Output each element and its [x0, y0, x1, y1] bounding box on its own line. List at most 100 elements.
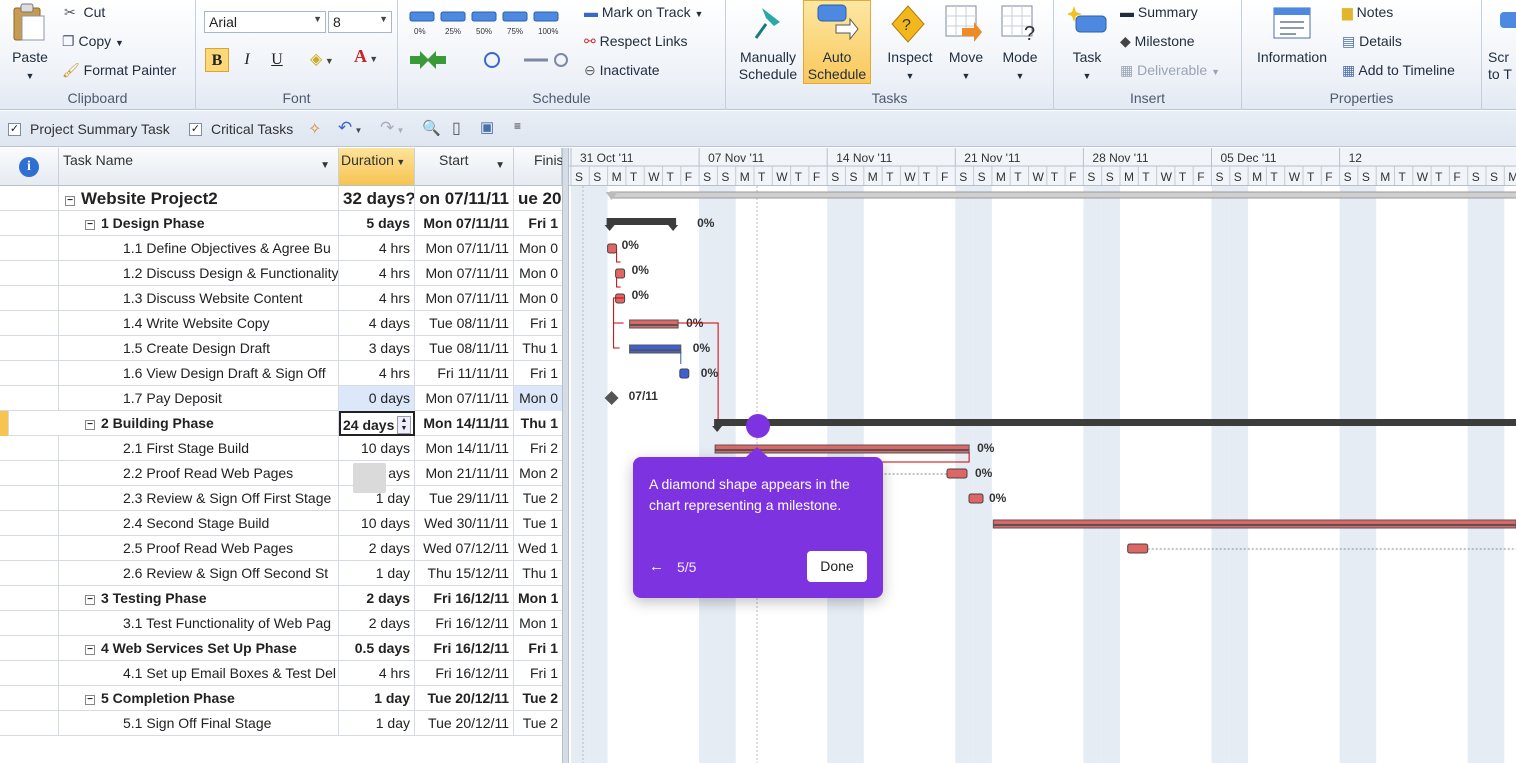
start-cell[interactable]: Mon 14/11/11: [415, 411, 514, 436]
inactivate-button[interactable]: ⊖ Inactivate: [584, 62, 660, 79]
start-cell[interactable]: on 07/11/11: [415, 186, 514, 211]
new-file-icon[interactable]: ▯: [452, 118, 461, 138]
project-summary-bar[interactable]: [610, 191, 1516, 199]
table-row[interactable]: 2.1 First Stage Build 10 days Mon 14/11/11…: [0, 436, 562, 461]
view-divider[interactable]: [562, 148, 569, 763]
finish-cell[interactable]: Mon 2: [514, 461, 562, 486]
row-indicator-cell[interactable]: [0, 186, 59, 211]
finish-cell[interactable]: Mon 1: [514, 586, 562, 611]
start-cell[interactable]: Mon 07/11/11: [415, 386, 514, 411]
table-row[interactable]: −4 Web Services Set Up Phase 0.5 days Fri …: [0, 636, 562, 661]
finish-cell[interactable]: Thu 1: [514, 561, 562, 586]
task-name-cell[interactable]: −4 Web Services Set Up Phase: [59, 636, 339, 661]
finish-cell[interactable]: Fri 2: [514, 436, 562, 461]
duration-cell[interactable]: 2 days: [339, 586, 415, 611]
task-name-cell[interactable]: −1 Design Phase: [59, 211, 339, 236]
table-row[interactable]: 5.1 Sign Off Final Stage 1 day Tue 20/12/1…: [0, 711, 562, 736]
task-2-5-bar[interactable]: [1127, 543, 1149, 554]
finish-cell[interactable]: Mon 0: [514, 236, 562, 261]
duration-cell[interactable]: 4 hrs: [339, 661, 415, 686]
finish-cell[interactable]: Mon 0: [514, 386, 562, 411]
project-summary-checkbox[interactable]: ✓: [8, 123, 21, 136]
table-row[interactable]: 1.5 Create Design Draft 3 days Tue 08/11/1…: [0, 336, 562, 361]
task-name-cell[interactable]: 2.1 First Stage Build: [59, 436, 339, 461]
task-name-cell[interactable]: 2.3 Review & Sign Off First Stage: [59, 486, 339, 511]
customize-toolbar-icon[interactable]: ≡: [514, 119, 521, 133]
table-row[interactable]: 2.2 Proof Read Web Pages ays Mon 21/11/11 M…: [0, 461, 562, 486]
duration-cell[interactable]: 1 day: [339, 711, 415, 736]
finish-cell[interactable]: Fri 1: [514, 661, 562, 686]
task-name-cell[interactable]: − Website Project2: [59, 186, 339, 211]
start-column-header[interactable]: Start ▼: [415, 148, 514, 186]
mode-button[interactable]: Mode ▼: [992, 49, 1048, 85]
duration-cell[interactable]: 1 day: [339, 686, 415, 711]
finish-cell[interactable]: Tue 2: [514, 486, 562, 511]
finish-cell[interactable]: Fri 1: [514, 311, 562, 336]
font-family-select[interactable]: Arial ▼: [204, 11, 326, 33]
table-row[interactable]: 2.4 Second Stage Build 10 days Wed 30/11/1…: [0, 511, 562, 536]
finish-cell[interactable]: Wed 1: [514, 536, 562, 561]
finish-cell[interactable]: Fri 1: [514, 211, 562, 236]
task-name-cell[interactable]: 3.1 Test Functionality of Web Pag: [59, 611, 339, 636]
info-column-header[interactable]: i: [0, 148, 59, 186]
task-name-cell[interactable]: −3 Testing Phase: [59, 586, 339, 611]
task-name-cell[interactable]: 2.2 Proof Read Web Pages: [59, 461, 339, 486]
collapse-toggle-icon[interactable]: −: [85, 645, 95, 655]
table-row[interactable]: 1.3 Discuss Website Content 4 hrs Mon 07/1…: [0, 286, 562, 311]
row-indicator-cell[interactable]: [0, 386, 59, 411]
row-indicator-cell[interactable]: [0, 511, 59, 536]
format-painter-button[interactable]: 🖌 Format Painter: [62, 62, 176, 79]
building-phase-summary-bar[interactable]: [714, 419, 1516, 426]
start-cell[interactable]: Mon 07/11/11: [415, 261, 514, 286]
done-button[interactable]: Done: [807, 551, 867, 582]
start-cell[interactable]: Wed 07/12/11: [415, 536, 514, 561]
start-cell[interactable]: Tue 08/11/11: [415, 311, 514, 336]
finish-cell[interactable]: Mon 0: [514, 261, 562, 286]
bold-button[interactable]: B: [205, 48, 229, 72]
task-1-6-bar[interactable]: [679, 368, 690, 379]
highlight-color-icon[interactable]: ◈ ▼: [310, 49, 334, 69]
collapse-toggle-icon[interactable]: −: [85, 220, 95, 230]
finish-cell[interactable]: Thu 1: [514, 336, 562, 361]
start-cell[interactable]: Tue 20/12/11: [415, 711, 514, 736]
collapse-toggle-icon[interactable]: −: [65, 196, 75, 206]
row-indicator-cell[interactable]: [0, 661, 59, 686]
duration-cell[interactable]: 4 hrs: [339, 286, 415, 311]
finish-cell[interactable]: Fri 1: [514, 636, 562, 661]
row-indicator-cell[interactable]: [0, 286, 59, 311]
row-indicator-cell[interactable]: [0, 536, 59, 561]
manually-schedule-button[interactable]: Manually Schedule: [734, 49, 802, 83]
tour-beacon[interactable]: [746, 414, 770, 438]
start-cell[interactable]: Fri 16/12/11: [415, 661, 514, 686]
table-row[interactable]: −2 Building Phase 24 days ▲ ▼ Mon 14/11/11 Th…: [0, 411, 562, 436]
table-row[interactable]: −3 Testing Phase 2 days Fri 16/12/11 Mon 1: [0, 586, 562, 611]
start-cell[interactable]: Fri 11/11/11: [415, 361, 514, 386]
paste-button[interactable]: Paste ▼: [6, 49, 54, 85]
row-indicator-cell[interactable]: [0, 561, 59, 586]
task-name-cell[interactable]: 1.5 Create Design Draft: [59, 336, 339, 361]
respect-links-button[interactable]: ⚯ Respect Links: [584, 33, 688, 50]
mark-on-track-button[interactable]: ▬ Mark on Track ▼: [584, 4, 703, 20]
row-indicator-cell[interactable]: [0, 311, 59, 336]
scroll-to-task-button[interactable]: Scr to T: [1488, 49, 1516, 83]
percent-50-button[interactable]: 50%: [471, 11, 497, 36]
task-name-cell[interactable]: 2.6 Review & Sign Off Second St: [59, 561, 339, 586]
move-button[interactable]: Move ▼: [938, 49, 994, 85]
tiny-task-bar[interactable]: [607, 243, 618, 254]
table-row[interactable]: 2.5 Proof Read Web Pages 2 days Wed 07/12/…: [0, 536, 562, 561]
start-cell[interactable]: Tue 29/11/11: [415, 486, 514, 511]
duration-cell[interactable]: 10 days: [339, 511, 415, 536]
table-row[interactable]: 1.1 Define Objectives & Agree Bu 4 hrs Mon…: [0, 236, 562, 261]
duration-cell[interactable]: 5 days: [339, 211, 415, 236]
details-button[interactable]: ▤ Details: [1342, 33, 1402, 50]
print-preview-icon[interactable]: 🔍: [422, 119, 441, 137]
row-indicator-cell[interactable]: [0, 636, 59, 661]
add-to-timeline-button[interactable]: ▦ Add to Timeline: [1342, 62, 1455, 79]
percent-25-button[interactable]: 25%: [440, 11, 466, 36]
table-row[interactable]: 1.6 View Design Draft & Sign Off 4 hrs Fri…: [0, 361, 562, 386]
task-name-cell[interactable]: 1.7 Pay Deposit: [59, 386, 339, 411]
task-2-2-split-bar[interactable]: [946, 468, 968, 479]
start-cell[interactable]: Mon 21/11/11: [415, 461, 514, 486]
row-indicator-cell[interactable]: [0, 461, 59, 486]
back-arrow-icon[interactable]: ←: [649, 558, 664, 575]
